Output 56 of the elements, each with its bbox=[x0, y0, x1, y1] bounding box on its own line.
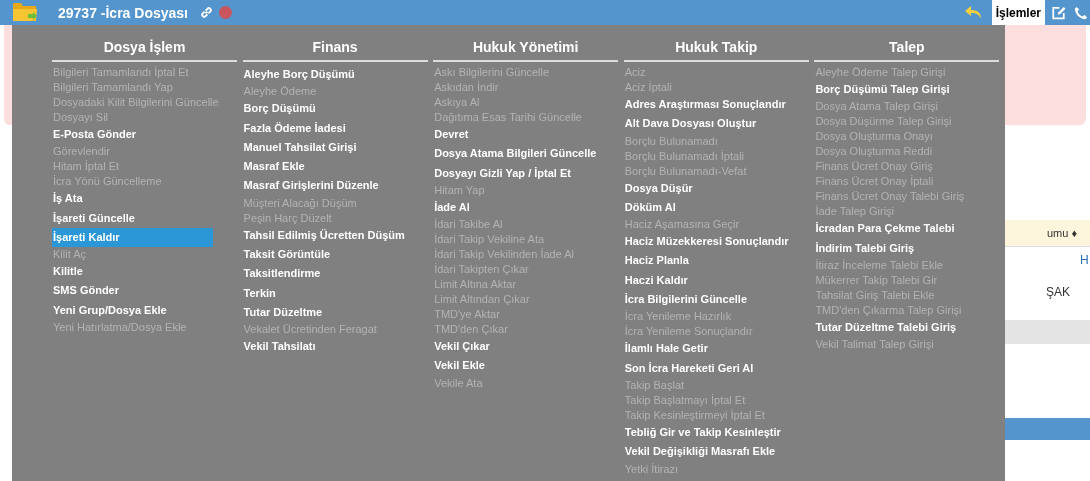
menu-heading: Hukuk Yönetimi bbox=[433, 39, 619, 62]
menu-item[interactable]: İlamlı Hale Getir bbox=[623, 339, 786, 359]
undo-icon[interactable] bbox=[963, 4, 982, 21]
menu-item[interactable]: Taksitlendirme bbox=[242, 264, 405, 284]
menu-item[interactable]: Adres Araştırması Sonuçlandır bbox=[623, 95, 786, 115]
menu-item[interactable]: Haczi Kaldır bbox=[623, 270, 786, 291]
menu-item[interactable]: Kilitle bbox=[52, 262, 214, 282]
menu-item[interactable]: Masraf Girişlerini Düzenle bbox=[242, 176, 405, 196]
menu-item[interactable]: Vekil Tahsilatı bbox=[242, 337, 405, 357]
column-header[interactable]: umu ♦ bbox=[1047, 227, 1078, 239]
menu-item[interactable]: Dosyayı Gizli Yap / İptal Et bbox=[433, 163, 596, 183]
menu-item[interactable]: Dosya Düşür bbox=[623, 178, 786, 198]
link-icon[interactable] bbox=[200, 6, 213, 19]
menu-item[interactable]: Vekil Değişikliği Masrafı Ekle bbox=[623, 442, 786, 462]
menu-item[interactable]: İade Al bbox=[433, 197, 596, 218]
menu-item[interactable]: Aleyhe Borç Düşümü bbox=[242, 65, 405, 85]
menu-item[interactable]: SMS Gönder bbox=[52, 281, 214, 301]
table-cell: ŞAK bbox=[1046, 285, 1070, 299]
menu-item[interactable]: Vekil Çıkar bbox=[433, 337, 596, 357]
phone-icon[interactable] bbox=[1074, 5, 1088, 20]
menu-item[interactable]: E-Posta Gönder bbox=[52, 125, 214, 145]
menu-heading: Finans bbox=[242, 39, 428, 62]
menu-item[interactable]: İşareti Kaldır bbox=[52, 227, 213, 248]
edit-icon[interactable] bbox=[1051, 5, 1066, 20]
menu-item[interactable]: Tahsil Edilmiş Ücretten Düşüm bbox=[242, 225, 405, 246]
menu-item[interactable]: Alt Dava Dosyası Oluştur bbox=[623, 114, 786, 134]
menu-item[interactable]: İş Ata bbox=[52, 189, 214, 209]
actions-button[interactable]: İşlemler bbox=[991, 0, 1045, 25]
menu-item[interactable]: Borç Düşümü bbox=[242, 99, 405, 119]
menu-heading: Hukuk Takip bbox=[623, 39, 809, 62]
menu-item[interactable]: Tutar Düzeltme Talebi Giriş bbox=[814, 317, 977, 338]
menu-item[interactable]: Devret bbox=[433, 125, 596, 145]
menu-heading: Talep bbox=[814, 39, 1000, 62]
menu-item[interactable]: Terkin bbox=[242, 283, 405, 303]
status-dot bbox=[219, 6, 232, 19]
menu-item[interactable]: Taksit Görüntüle bbox=[242, 245, 405, 265]
menu-item[interactable]: Masraf Ekle bbox=[242, 157, 405, 177]
menu-item[interactable]: İcra Bilgilerini Güncelle bbox=[623, 290, 786, 310]
menu-item[interactable]: Tutar Düzeltme bbox=[242, 302, 405, 323]
menu-item[interactable]: Döküm Al bbox=[623, 197, 786, 218]
menu-item[interactable]: Son İcra Hareketi Geri Al bbox=[623, 358, 786, 378]
menu-item[interactable]: Borç Düşümü Talep Girişi bbox=[814, 80, 977, 100]
menu-item[interactable]: Fazla Ödeme İadesi bbox=[242, 118, 405, 138]
menu-item[interactable]: Manuel Tahsilat Girişi bbox=[242, 137, 405, 158]
menu-item[interactable]: Yeni Grup/Dosya Ekle bbox=[52, 300, 214, 321]
folder-icon bbox=[12, 0, 38, 22]
menu-item[interactable]: Tebliğ Gir ve Takip Kesinleştir bbox=[623, 422, 786, 443]
menu-heading: Dosya İşlem bbox=[52, 39, 237, 62]
window-title: 29737 -İcra Dosyası bbox=[58, 4, 188, 21]
menu-item[interactable]: Dosya Atama Bilgileri Güncelle bbox=[433, 144, 596, 164]
table-cell: H bbox=[1080, 253, 1089, 267]
menu-item[interactable]: İcradan Para Çekme Talebi bbox=[814, 219, 977, 239]
menu-item[interactable]: İşareti Güncelle bbox=[52, 208, 214, 228]
menu-item[interactable]: Haciz Planla bbox=[623, 251, 786, 271]
menu-item[interactable]: İndirim Talebi Giriş bbox=[814, 238, 977, 258]
menu-item[interactable]: Vekil Ekle bbox=[433, 356, 596, 376]
